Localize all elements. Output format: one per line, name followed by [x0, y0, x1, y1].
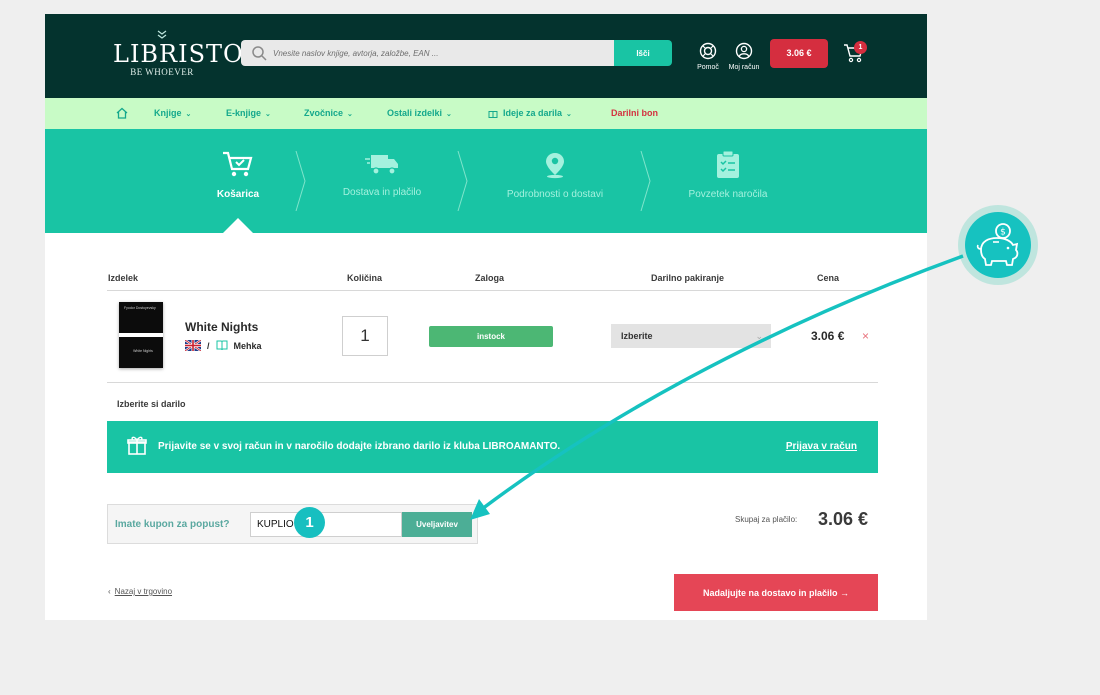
piggy-bank-icon: $ [976, 223, 1019, 266]
svg-text:$: $ [1000, 228, 1006, 238]
annotation-step-badge: 1 [294, 507, 325, 538]
piggy-bank-badge: $ [958, 205, 1038, 285]
annotation-arrow [470, 254, 964, 520]
